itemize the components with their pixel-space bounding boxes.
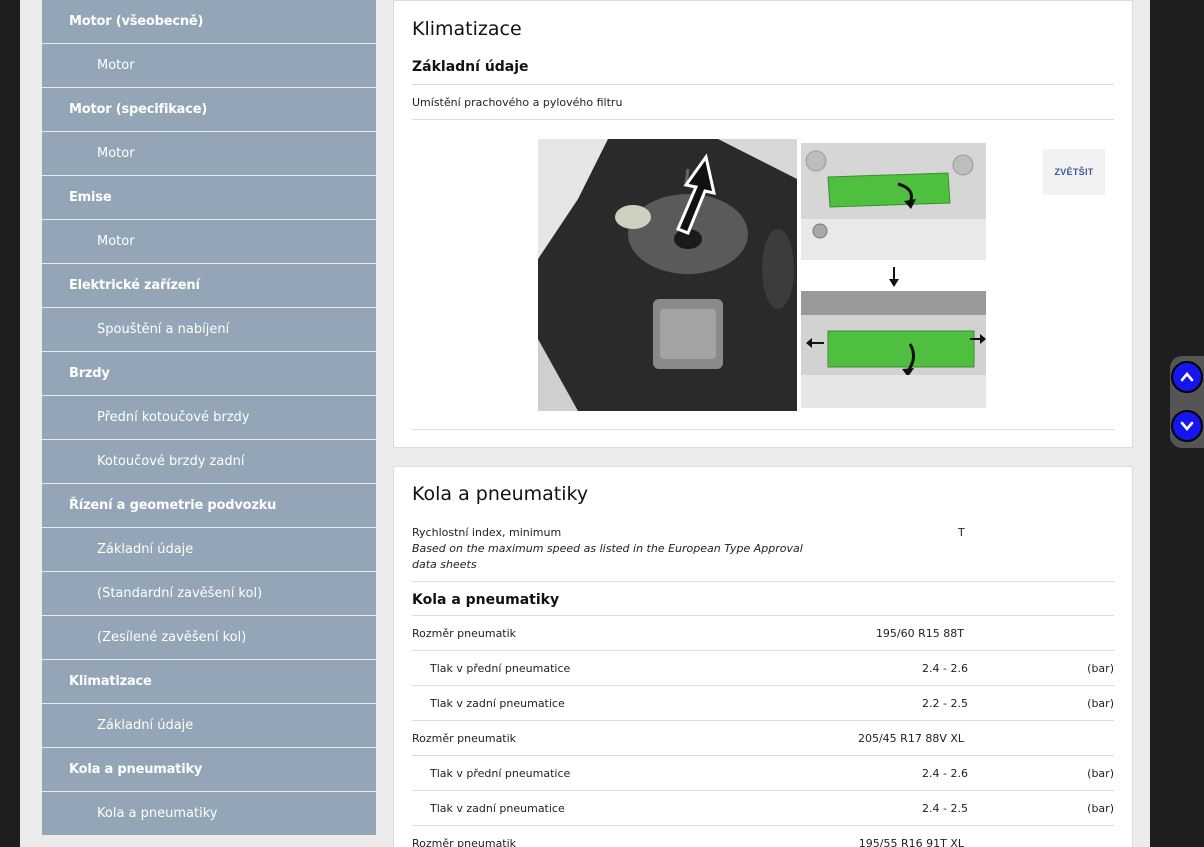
sidebar-item[interactable]: Motor [42, 44, 376, 88]
sidebar-item[interactable]: (Standardní zavěšení kol) [42, 572, 376, 616]
sidebar-item[interactable]: Motor [42, 132, 376, 176]
main-content: Klimatizace Základní údaje Umístění prac… [393, 0, 1133, 847]
sidebar-nav: Motor (všeobecně) Motor Motor (specifikace… [42, 0, 376, 847]
sidebar-item[interactable]: Spouštění a nabíjení [42, 308, 376, 352]
divider [412, 429, 1114, 430]
cabin-filter-illustration [538, 139, 988, 411]
row-unit: (bar) [1087, 662, 1114, 675]
sidebar-item[interactable]: Kotoučové brzdy zadní [42, 440, 376, 484]
divider [412, 581, 1114, 582]
speed-index-note: data sheets [412, 558, 477, 571]
tyre-table: Rozměr pneumatik 195/60 R15 88T Tlak v pře… [412, 616, 1114, 847]
zoom-button[interactable]: ZVĚTŠIT [1043, 149, 1105, 195]
wheels-title: Kola a pneumatiky [412, 483, 589, 505]
chevron-down-icon [1180, 421, 1194, 432]
table-row: Tlak v přední pneumatice 2.4 - 2.6 (bar) [412, 651, 1114, 686]
row-value: 2.4 - 2.5 [922, 802, 968, 815]
sidebar-item[interactable]: Motor (všeobecně) [42, 0, 376, 44]
table-row: Tlak v zadní pneumatice 2.2 - 2.5 (bar) [412, 686, 1114, 721]
chevron-up-icon [1180, 371, 1194, 382]
wheels-card: Kola a pneumatiky Rychlostní index, mini… [393, 466, 1133, 847]
row-unit: (bar) [1087, 767, 1114, 780]
table-row: Rozměr pneumatik 195/55 R16 91T XL [412, 826, 1114, 847]
row-unit: (bar) [1087, 802, 1114, 815]
sidebar-item[interactable]: Klimatizace [42, 660, 376, 704]
row-label: Tlak v zadní pneumatice [430, 802, 565, 815]
sidebar-item[interactable]: Motor [42, 220, 376, 264]
sidebar-item[interactable]: Emise [42, 176, 376, 220]
sidebar-item[interactable]: Motor (specifikace) [42, 88, 376, 132]
table-row: Rozměr pneumatik 195/60 R15 88T [412, 616, 1114, 651]
row-label: Rozměr pneumatik [412, 627, 517, 640]
table-row: Tlak v zadní pneumatice 2.4 - 2.5 (bar) [412, 791, 1114, 826]
climate-subtitle: Základní údaje [412, 59, 529, 75]
row-unit: (bar) [1087, 697, 1114, 710]
sidebar-item[interactable]: Přední kotoučové brzdy [42, 396, 376, 440]
row-label: Tlak v zadní pneumatice [430, 697, 565, 710]
speed-index-value: T [958, 526, 965, 539]
wheels-subtitle: Kola a pneumatiky [412, 592, 560, 608]
row-value: 2.4 - 2.6 [922, 767, 968, 780]
sidebar-item[interactable]: Elektrické zařízení [42, 264, 376, 308]
row-value: 195/55 R16 91T XL [858, 837, 964, 847]
row-label: Rozměr pneumatik [412, 732, 517, 745]
sidebar-item[interactable]: Řízení a geometrie podvozku [42, 484, 376, 528]
row-label: Tlak v přední pneumatice [430, 767, 571, 780]
row-value: 205/45 R17 88V XL [857, 732, 964, 745]
speed-index-label: Rychlostní index, minimum [412, 526, 562, 539]
row-value: 2.2 - 2.5 [922, 697, 968, 710]
climate-card: Klimatizace Základní údaje Umístění prac… [393, 0, 1133, 448]
row-label: Rozměr pneumatik [412, 837, 517, 847]
row-value: 195/60 R15 88T [875, 627, 964, 640]
divider [412, 84, 1114, 85]
sidebar-item[interactable]: Základní údaje [42, 528, 376, 572]
table-row: Rozměr pneumatik 205/45 R17 88V XL [412, 721, 1114, 756]
sidebar-item[interactable]: (Zesílené zavěšení kol) [42, 616, 376, 660]
divider [412, 119, 1114, 120]
filter-location-label: Umístění prachového a pylového filtru [412, 96, 623, 109]
page: Motor (všeobecně) Motor Motor (specifikace… [20, 0, 1150, 847]
sidebar-item[interactable]: Brzdy [42, 352, 376, 396]
climate-title: Klimatizace [412, 18, 522, 40]
speed-index-note: Based on the maximum speed as listed in … [412, 542, 803, 555]
scroll-down-button[interactable] [1171, 410, 1203, 442]
row-label: Tlak v přední pneumatice [430, 662, 571, 675]
table-row: Tlak v přední pneumatice 2.4 - 2.6 (bar) [412, 756, 1114, 791]
sidebar-item[interactable]: Kola a pneumatiky [42, 792, 376, 836]
row-value: 2.4 - 2.6 [922, 662, 968, 675]
sidebar-item[interactable]: Základní údaje [42, 704, 376, 748]
sidebar-item[interactable]: Kola a pneumatiky [42, 748, 376, 792]
scroll-up-button[interactable] [1171, 361, 1203, 393]
